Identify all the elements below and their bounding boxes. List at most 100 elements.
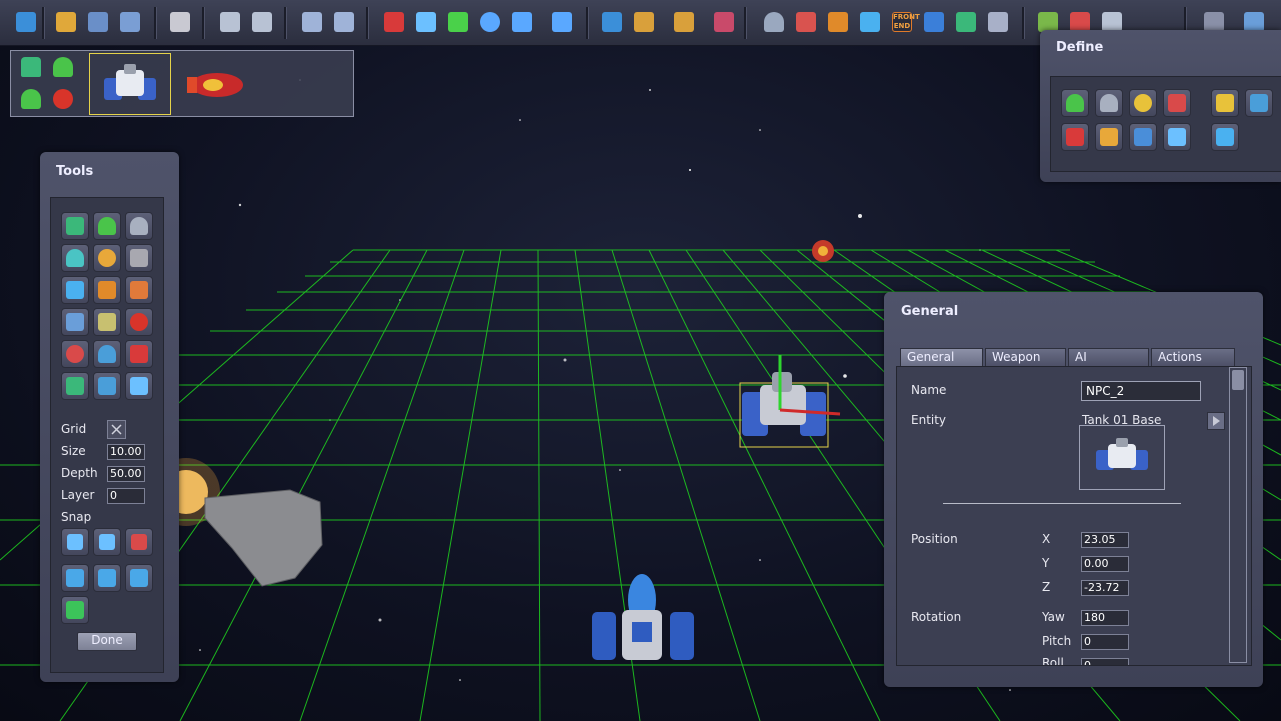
select-arrow-button[interactable] (412, 8, 440, 36)
rotate-button[interactable] (476, 8, 504, 36)
yaw-input[interactable]: 180 (1081, 610, 1129, 626)
entity-browse-button[interactable] (1207, 412, 1225, 430)
weapon-list-button[interactable] (1061, 123, 1089, 151)
palette-item-red-ship[interactable] (183, 57, 247, 111)
particles-button[interactable] (61, 276, 89, 304)
zoom-in-button[interactable] (298, 8, 326, 36)
palette-item-person[interactable] (49, 53, 77, 81)
light-bulb-button[interactable] (93, 244, 121, 272)
cube-button[interactable] (125, 564, 153, 592)
tab-actions[interactable]: Actions (1151, 348, 1235, 366)
place-object-button[interactable] (548, 8, 576, 36)
delete-button[interactable] (380, 8, 408, 36)
palette-item-terrain[interactable] (17, 53, 45, 81)
depth-input[interactable]: 50.00 (107, 466, 145, 482)
terrain-list-button[interactable] (61, 372, 89, 400)
copy-icon (602, 12, 622, 32)
person-grey-button[interactable] (125, 212, 153, 240)
snap-edge-button[interactable] (93, 528, 121, 556)
copy-button[interactable] (598, 8, 626, 36)
tab-general[interactable]: General (900, 348, 983, 366)
position-x-input[interactable]: 23.05 (1081, 532, 1129, 548)
weapon-list-icon (1066, 128, 1084, 146)
gamepad-red-icon (1070, 12, 1090, 32)
frontend-button[interactable]: FRONT END (888, 8, 920, 36)
flag-button[interactable] (125, 340, 153, 368)
define-panel-title: Define (1056, 40, 1104, 55)
camera-button[interactable] (125, 244, 153, 272)
position-z-input[interactable]: -23.72 (1081, 580, 1129, 596)
position-y-input[interactable]: 0.00 (1081, 556, 1129, 572)
person-icon (764, 12, 784, 32)
snap-edge-icon (99, 534, 115, 550)
open-folder-button[interactable] (52, 8, 80, 36)
grid-list-button[interactable] (1245, 89, 1273, 117)
roll-input[interactable]: 0 (1081, 658, 1129, 665)
palette-item-apple[interactable] (49, 85, 77, 113)
bucket-button[interactable] (710, 8, 738, 36)
enemy-button[interactable] (792, 8, 820, 36)
palette-item-tank-selected[interactable] (89, 53, 171, 115)
person-list-button[interactable] (1061, 89, 1089, 117)
person-green-button[interactable] (93, 212, 121, 240)
eye-button[interactable] (93, 308, 121, 336)
pitch-input[interactable]: 0 (1081, 634, 1129, 650)
move-button[interactable] (444, 8, 472, 36)
group-button[interactable] (61, 244, 89, 272)
snap-off-button[interactable] (125, 528, 153, 556)
new-file-button[interactable] (12, 8, 40, 36)
snap-point-button[interactable] (61, 528, 89, 556)
signal-button[interactable] (824, 8, 852, 36)
person-grey-list-button[interactable] (1095, 89, 1123, 117)
cube-green-icon (66, 601, 84, 619)
path-button[interactable] (93, 372, 121, 400)
redo-button[interactable] (248, 8, 276, 36)
size-input[interactable]: 10.00 (107, 444, 145, 460)
name-field[interactable]: NPC_2 (1081, 381, 1201, 401)
star-button[interactable] (1129, 89, 1157, 117)
group-icon (66, 249, 84, 267)
tab-ai[interactable]: AI (1068, 348, 1149, 366)
curve-button[interactable] (125, 276, 153, 304)
ai-list-button[interactable] (1211, 123, 1239, 151)
vehicle-list-button[interactable] (1211, 89, 1239, 117)
name-label: Name (911, 383, 947, 397)
grid-checkbox[interactable] (107, 420, 126, 439)
terrain-button[interactable] (952, 8, 980, 36)
layer-input[interactable]: 0 (107, 488, 145, 504)
squad-button[interactable] (93, 340, 121, 368)
properties-scrollbar[interactable] (1229, 367, 1247, 663)
tab-weapon[interactable]: Weapon (985, 348, 1066, 366)
apple-button[interactable] (125, 308, 153, 336)
scale-cube-button[interactable] (508, 8, 536, 36)
layout-button[interactable] (984, 8, 1012, 36)
paste-button[interactable] (630, 8, 658, 36)
particles-button[interactable] (856, 8, 884, 36)
cube-green-button[interactable] (61, 596, 89, 624)
terrain-button[interactable] (61, 212, 89, 240)
gamepad-red-button[interactable] (1163, 89, 1191, 117)
door-button[interactable] (61, 308, 89, 336)
zoom-out-button[interactable] (330, 8, 358, 36)
save-button[interactable] (84, 8, 112, 36)
person-button[interactable] (760, 8, 788, 36)
undo-button[interactable] (216, 8, 244, 36)
light-bulb-icon (98, 249, 116, 267)
save-as-button[interactable] (116, 8, 144, 36)
palette-item-person-2[interactable] (17, 85, 45, 113)
select-arrow-button[interactable] (125, 372, 153, 400)
signal-button[interactable] (93, 276, 121, 304)
import-button[interactable] (166, 8, 194, 36)
shield-button[interactable] (1129, 123, 1157, 151)
timer-button[interactable] (61, 340, 89, 368)
toolbar-separator (744, 7, 747, 39)
ammo-list-button[interactable] (1095, 123, 1123, 151)
move-list-button[interactable] (1163, 123, 1191, 151)
scrollbar-thumb[interactable] (1232, 370, 1244, 390)
cube-button[interactable] (61, 564, 89, 592)
cube-button[interactable] (93, 564, 121, 592)
player-ship-object (592, 574, 694, 660)
screen-button[interactable] (920, 8, 948, 36)
done-button[interactable]: Done (77, 632, 137, 651)
clipboard-button[interactable] (670, 8, 698, 36)
